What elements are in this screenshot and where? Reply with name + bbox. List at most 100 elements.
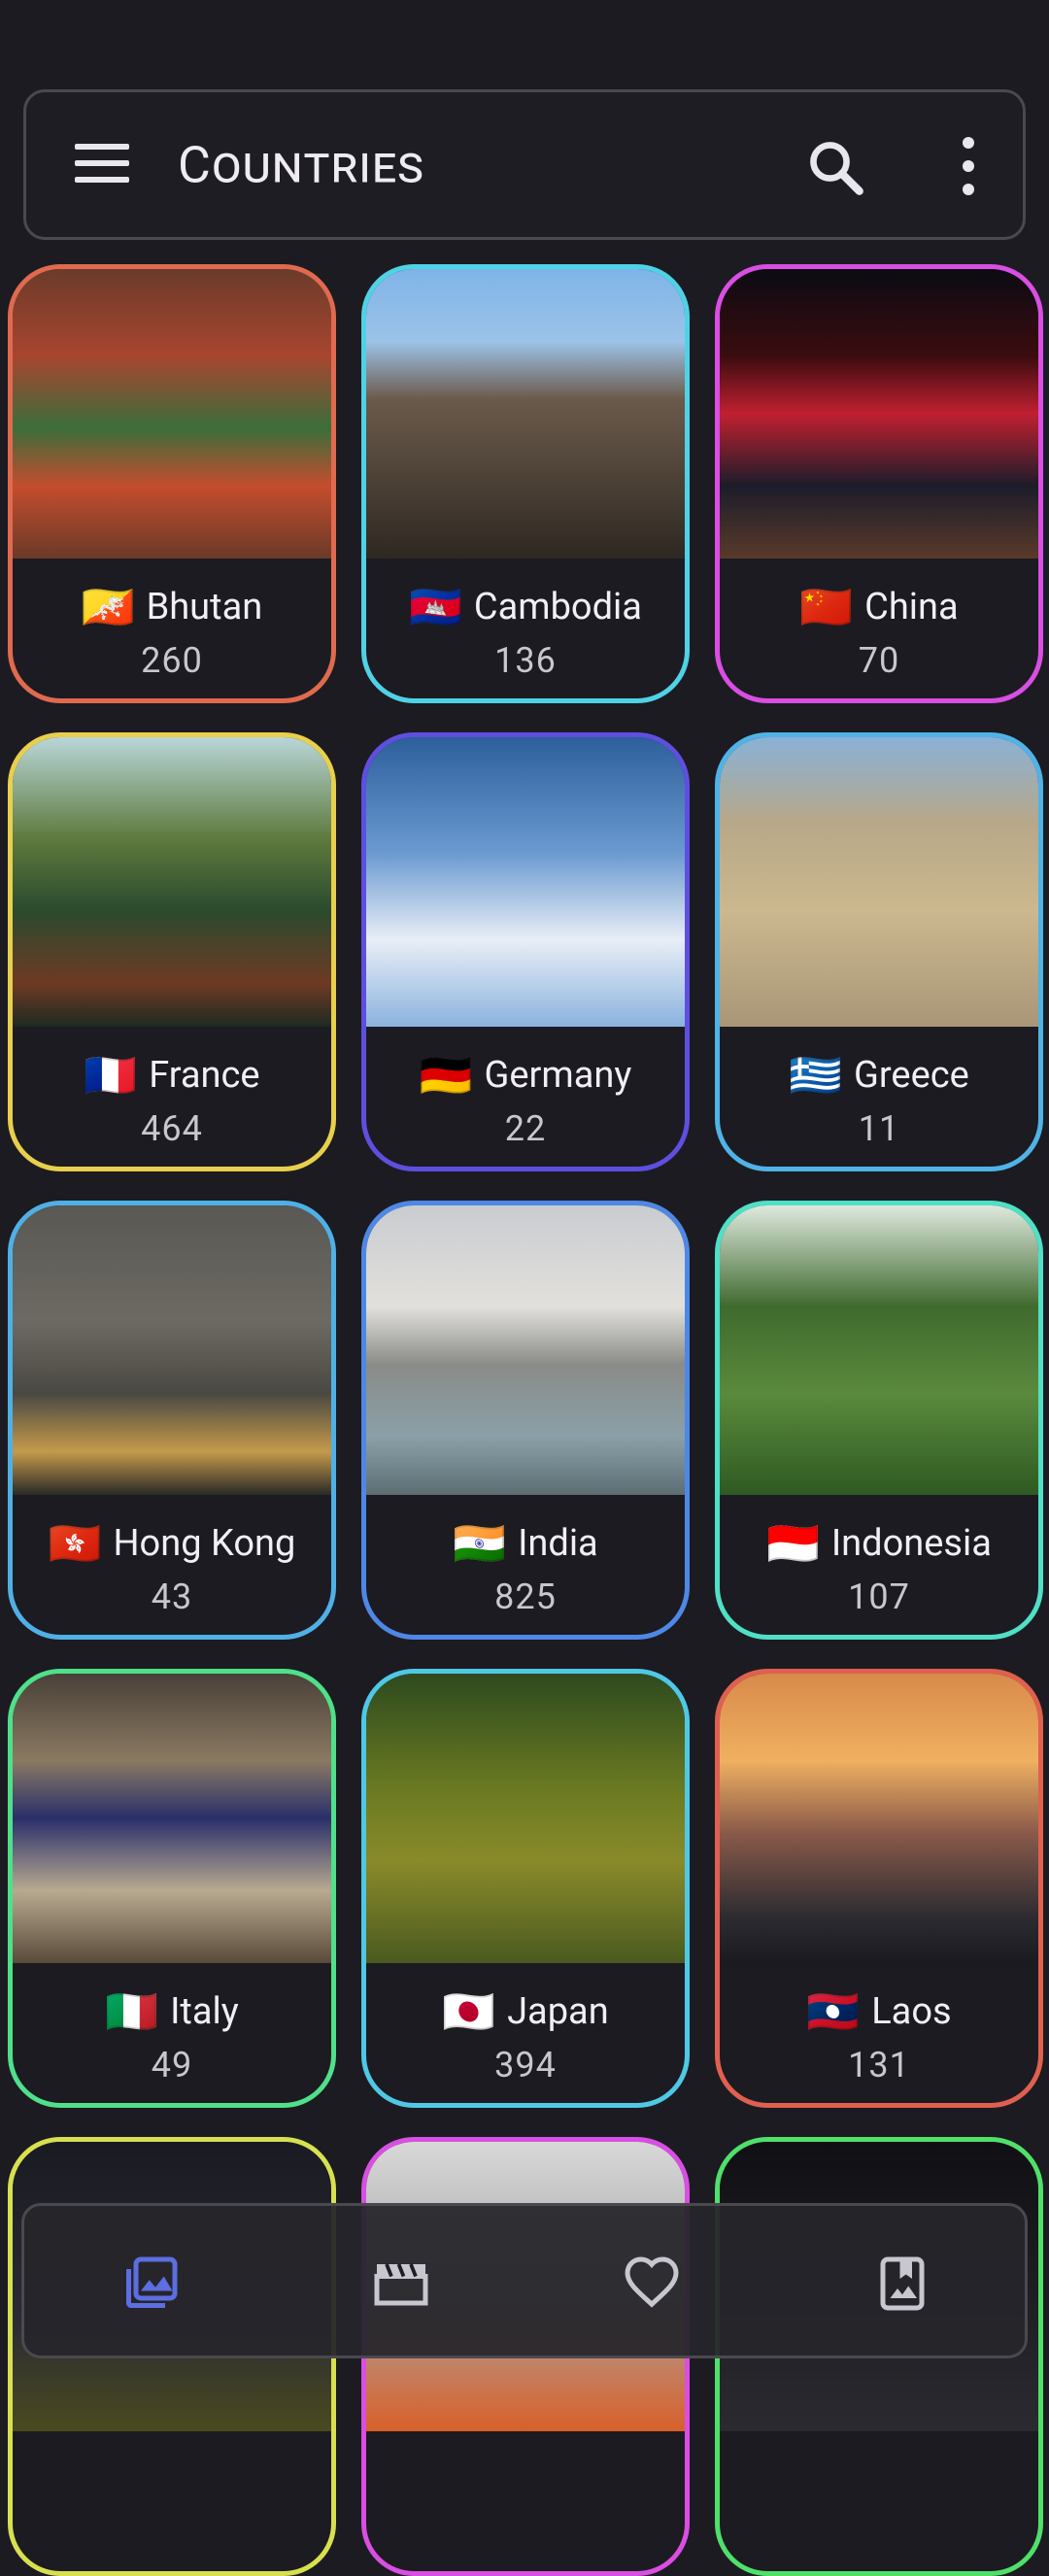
country-name: India xyxy=(518,1522,598,1565)
country-info: 🇩🇪 Germany 22 xyxy=(366,1027,685,1167)
country-name-row: 🇮🇩 Indonesia xyxy=(720,1514,1038,1573)
country-card[interactable]: 🇨🇳 China 70 xyxy=(715,264,1043,703)
country-photo-count: 260 xyxy=(141,640,203,681)
country-info xyxy=(366,2431,685,2571)
country-card[interactable]: 🇩🇪 Germany 22 xyxy=(361,732,690,1171)
country-name-row: 🇩🇪 Germany xyxy=(366,1046,685,1104)
country-card[interactable]: 🇰🇭 Cambodia 136 xyxy=(361,264,690,703)
country-photo-count: 11 xyxy=(858,1108,900,1149)
menu-icon[interactable] xyxy=(75,144,129,186)
country-name: Italy xyxy=(170,1990,239,2033)
more-vert-icon[interactable] xyxy=(959,137,978,197)
country-name: Laos xyxy=(871,1990,952,2033)
country-photo xyxy=(366,1205,685,1495)
country-photo-count: 49 xyxy=(151,2045,193,2085)
country-photo-count: 394 xyxy=(494,2045,557,2085)
country-info: 🇫🇷 France 464 xyxy=(13,1027,331,1167)
country-name-row: 🇨🇳 China xyxy=(720,578,1038,636)
country-flag-icon: 🇭🇰 xyxy=(48,1518,102,1569)
country-photo xyxy=(720,1205,1038,1495)
country-info: 🇮🇳 India 825 xyxy=(366,1495,685,1635)
country-info: 🇱🇦 Laos 131 xyxy=(720,1963,1038,2103)
country-name-row: 🇯🇵 Japan xyxy=(366,1983,685,2041)
country-name-row: 🇭🇰 Hong Kong xyxy=(13,1514,331,1573)
country-info: 🇮🇩 Indonesia 107 xyxy=(720,1495,1038,1635)
country-card[interactable]: 🇯🇵 Japan 394 xyxy=(361,1669,690,2108)
country-info: 🇰🇭 Cambodia 136 xyxy=(366,559,685,698)
country-name: France xyxy=(149,1054,260,1097)
country-photo xyxy=(13,1205,331,1495)
favorite-heart-icon[interactable] xyxy=(623,2254,681,2313)
movie-clapper-icon[interactable] xyxy=(372,2254,430,2313)
country-info xyxy=(720,2431,1038,2571)
country-info: 🇬🇷 Greece 11 xyxy=(720,1027,1038,1167)
country-photo-count: 22 xyxy=(504,1108,547,1149)
country-info: 🇯🇵 Japan 394 xyxy=(366,1963,685,2103)
country-info: 🇮🇹 Italy 49 xyxy=(13,1963,331,2103)
country-photo xyxy=(13,1674,331,1963)
country-name-row xyxy=(720,2451,1038,2509)
country-flag-icon: 🇱🇦 xyxy=(806,1986,861,2037)
search-icon[interactable] xyxy=(803,135,867,199)
country-photo-count: 107 xyxy=(848,1576,910,1617)
country-flag-icon: 🇰🇭 xyxy=(409,582,462,632)
country-name-row xyxy=(366,2451,685,2509)
collections-bookmark-icon[interactable] xyxy=(873,2254,931,2313)
country-name-row: 🇱🇦 Laos xyxy=(720,1983,1038,2041)
country-card[interactable]: 🇧🇹 Bhutan 260 xyxy=(8,264,336,703)
country-flag-icon: 🇩🇪 xyxy=(419,1050,473,1101)
country-flag-icon: 🇧🇹 xyxy=(81,582,135,632)
country-flag-icon: 🇨🇳 xyxy=(799,582,854,632)
country-name-row: 🇧🇹 Bhutan xyxy=(13,578,331,636)
country-flag-icon: 🇯🇵 xyxy=(442,1986,496,2037)
photo-library-icon[interactable] xyxy=(121,2254,180,2313)
country-name-row: 🇬🇷 Greece xyxy=(720,1046,1038,1104)
country-photo xyxy=(13,737,331,1027)
country-photo-count: 464 xyxy=(141,1108,203,1149)
country-name-row: 🇮🇳 India xyxy=(366,1514,685,1573)
country-flag-icon: 🇫🇷 xyxy=(84,1050,138,1101)
country-photo-count: 131 xyxy=(848,2045,910,2085)
country-photo-count: 43 xyxy=(151,1576,193,1617)
country-name: Cambodia xyxy=(473,586,642,628)
country-photo xyxy=(366,269,685,559)
country-name: Hong Kong xyxy=(113,1522,296,1565)
country-name-row: 🇫🇷 France xyxy=(13,1046,331,1104)
country-photo xyxy=(13,269,331,559)
country-card[interactable]: 🇮🇩 Indonesia 107 xyxy=(715,1201,1043,1640)
country-name-row xyxy=(13,2451,331,2509)
country-name: China xyxy=(864,586,959,628)
country-name: Bhutan xyxy=(146,586,263,628)
country-info: 🇭🇰 Hong Kong 43 xyxy=(13,1495,331,1635)
country-card[interactable]: 🇬🇷 Greece 11 xyxy=(715,732,1043,1171)
country-card[interactable]: 🇮🇳 India 825 xyxy=(361,1201,690,1640)
country-photo-count: 136 xyxy=(494,640,557,681)
country-name: Indonesia xyxy=(830,1522,992,1565)
country-flag-icon: 🇮🇳 xyxy=(453,1518,507,1569)
country-name-row: 🇰🇭 Cambodia xyxy=(366,578,685,636)
top-app-bar: Countries xyxy=(23,89,1026,240)
country-name: Greece xyxy=(854,1054,969,1097)
country-flag-icon: 🇬🇷 xyxy=(789,1050,843,1101)
country-photo xyxy=(720,269,1038,559)
country-photo xyxy=(720,737,1038,1027)
country-photo-count: 70 xyxy=(858,640,900,681)
country-photo-count: 825 xyxy=(494,1576,557,1617)
country-card[interactable]: 🇭🇰 Hong Kong 43 xyxy=(8,1201,336,1640)
country-name: Japan xyxy=(507,1990,609,2033)
page-title: Countries xyxy=(178,135,424,194)
country-name: Germany xyxy=(484,1054,632,1097)
country-flag-icon: 🇮🇩 xyxy=(766,1518,820,1569)
country-name-row: 🇮🇹 Italy xyxy=(13,1983,331,2041)
country-info: 🇨🇳 China 70 xyxy=(720,559,1038,698)
country-flag-icon: 🇮🇹 xyxy=(105,1986,159,2037)
bottom-navigation xyxy=(21,2203,1028,2358)
country-info: 🇧🇹 Bhutan 260 xyxy=(13,559,331,698)
country-card[interactable]: 🇮🇹 Italy 49 xyxy=(8,1669,336,2108)
country-photo xyxy=(366,1674,685,1963)
country-card[interactable]: 🇱🇦 Laos 131 xyxy=(715,1669,1043,2108)
country-photo xyxy=(366,737,685,1027)
country-photo xyxy=(720,1674,1038,1963)
country-info xyxy=(13,2431,331,2571)
country-card[interactable]: 🇫🇷 France 464 xyxy=(8,732,336,1171)
